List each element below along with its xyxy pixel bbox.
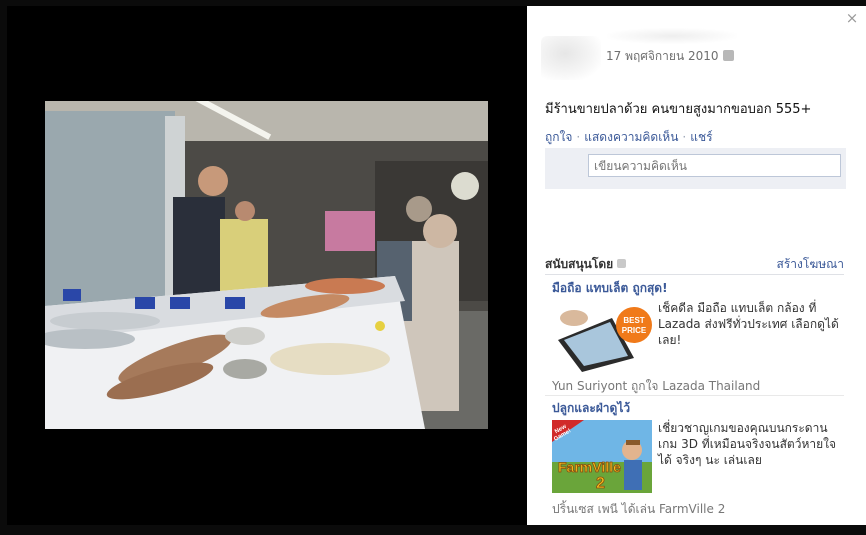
ad-lazada[interactable]: มือถือ แทบเล็ต ถูกสุด! BEST PRICE เช็คดี… [545,279,844,396]
sponsored-title-text: สนับสนุนโดย [545,257,614,271]
photo-stage [7,6,527,525]
post-actions: ถูกใจ · แสดงความคิดเห็น · แชร์ [545,128,713,147]
comment-area [545,148,846,189]
photo-side-panel: × 17 พฤศจิกายน 2010 มีร้านขายปลาด้วย คนข… [527,6,866,525]
badge-best: BEST [623,316,644,325]
photo-caption: มีร้านขายปลาด้วย คนขายสูงมากขอบอก 555+ [545,102,812,117]
ad-body[interactable]: เชี่ยวชาญเกมของคุณบนกระดาน เกม 3D ที่เหม… [658,420,844,468]
ad-image-tablet[interactable]: BEST PRICE [552,300,652,373]
close-icon[interactable]: × [844,10,860,26]
share-link[interactable]: แชร์ [690,130,712,144]
privacy-icon[interactable] [722,50,734,61]
ad-farmville[interactable]: ปลูกและฝ่าดูไว้ New Game! FarmVille 2 เช… [545,399,844,519]
badge-price: PRICE [622,326,647,335]
comment-link[interactable]: แสดงความคิดเห็น [584,130,678,144]
ad-title[interactable]: ปลูกและฝ่าดูไว้ [552,399,630,418]
svg-text:FarmVille: FarmVille [558,459,621,475]
ad-image-farmville[interactable]: New Game! FarmVille 2 [552,420,652,493]
action-separator: · [682,130,687,144]
action-separator: · [576,130,581,144]
ad-title[interactable]: มือถือ แทบเล็ต ถูกสุด! [552,279,668,298]
fish-market-photo[interactable] [45,101,488,429]
ad-social-context: Yun Suriyont ถูกใจ Lazada Thailand [552,379,761,393]
ad-body[interactable]: เช็คดีล มือถือ แทบเล็ต กล้อง ที่ Lazada … [658,300,844,348]
comment-input[interactable] [588,154,841,177]
blurred-author-name [607,28,737,44]
blurred-avatar [541,36,601,80]
sponsored-info-icon[interactable] [617,259,627,268]
create-ad-link[interactable]: สร้างโฆษณา [777,255,845,274]
svg-text:2: 2 [596,475,605,492]
post-date[interactable]: 17 พฤศจิกายน 2010 [606,47,734,66]
sponsored-title: สนับสนุนโดย [545,255,627,274]
sponsored-header: สนับสนุนโดย สร้างโฆษณา [545,255,844,275]
post-date-text[interactable]: 17 พฤศจิกายน 2010 [606,49,719,63]
ad-social-context: ปริ้นเซส เพนี ได้เล่น FarmVille 2 [552,502,726,516]
like-link[interactable]: ถูกใจ [545,130,572,144]
